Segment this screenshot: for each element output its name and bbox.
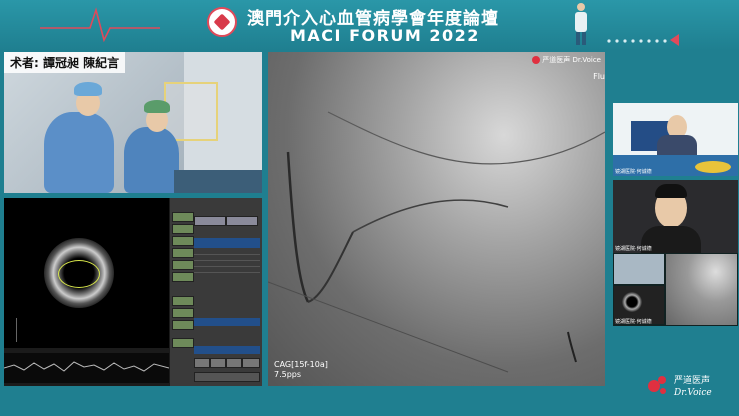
thumb-surgery xyxy=(614,254,664,284)
lumen-outline xyxy=(58,260,100,288)
ivus-tab-button[interactable] xyxy=(226,216,258,226)
thumb-angio xyxy=(666,254,737,325)
surgery-camera-feed: 术者: 譚冠昶 陳紀言 xyxy=(4,52,262,193)
brand-name-english: Dr.Voice xyxy=(674,388,712,398)
patient-table xyxy=(174,170,262,193)
fluoro-side-text: Flu xyxy=(593,72,605,81)
ivus-mode-button[interactable] xyxy=(172,260,194,270)
speaker-camera-2: 镜湖医院·何诚德 xyxy=(613,180,738,253)
ivus-mode-button[interactable] xyxy=(172,320,194,330)
ivus-mode-button[interactable] xyxy=(172,296,194,306)
thumb-label: 镜湖医院·何诚德 xyxy=(615,319,652,325)
speaker-body xyxy=(657,135,697,157)
ivus-mode-button[interactable] xyxy=(172,236,194,246)
ivus-measure-text xyxy=(16,318,47,342)
ecg-line-icon xyxy=(40,7,160,43)
operator-names: 术者: 譚冠昶 陳紀言 xyxy=(4,52,126,73)
longitudinal-waveform xyxy=(4,361,170,372)
speaker-label: 镜湖医院·何诚德 xyxy=(615,246,652,252)
playback-button[interactable] xyxy=(242,358,260,368)
doctor-figure-icon xyxy=(575,3,587,45)
playback-button[interactable] xyxy=(210,358,226,368)
speaker-hair xyxy=(655,184,687,198)
ivus-imaging-panel xyxy=(4,198,262,386)
speaker-label: 镜湖医院·何诚德 xyxy=(615,169,652,175)
ivus-mode-button[interactable] xyxy=(172,224,194,234)
flower-decoration xyxy=(695,161,731,173)
ivus-mode-button[interactable] xyxy=(172,272,194,282)
ivus-tab-button[interactable] xyxy=(194,216,226,226)
drvoice-watermark: 严道医声 Dr.Voice xyxy=(532,56,601,64)
ivus-mode-button[interactable] xyxy=(172,212,194,222)
ivus-mode-button[interactable] xyxy=(172,248,194,258)
ivus-mode-button[interactable] xyxy=(172,308,194,318)
angio-info: CAG[15f-10a] 7.5pps xyxy=(274,360,328,380)
speaker-camera-1: 镜湖医院·何诚德 xyxy=(613,103,738,176)
decorative-dots-icon xyxy=(607,39,667,43)
ivus-longitudinal-view xyxy=(4,353,170,383)
measurement-table-header xyxy=(194,238,260,248)
drvoice-logo-icon xyxy=(532,56,541,64)
angio-info-line: 7.5pps xyxy=(274,370,302,379)
ivus-control-panel xyxy=(170,198,262,386)
forum-header: 澳門介入心血管病學會年度論壇 MACI FORUM 2022 xyxy=(0,0,739,50)
ivus-mode-button[interactable] xyxy=(172,338,194,348)
layout-thumbnail: 镜湖医院·何诚德 xyxy=(613,253,738,326)
arrow-left-icon xyxy=(670,34,679,46)
playback-button[interactable] xyxy=(194,358,210,368)
brand-name-chinese: 严道医声 xyxy=(674,376,711,386)
ivus-cross-section xyxy=(4,198,169,348)
playback-slider[interactable] xyxy=(194,372,260,382)
vessel-contours xyxy=(268,111,605,373)
forum-title-english: MACI FORUM 2022 xyxy=(290,26,480,45)
xray-monitor xyxy=(164,82,218,141)
angio-info-line: CAG[15f-10a] xyxy=(274,360,328,369)
angiography-feed: 严道医声 Dr.Voice Flu CAG[15f-10a] 7.5pps xyxy=(268,52,605,386)
measurement-table-header xyxy=(194,318,260,326)
playback-button[interactable] xyxy=(226,358,242,368)
maci-logo xyxy=(207,7,237,37)
playback-control-header xyxy=(194,346,260,354)
